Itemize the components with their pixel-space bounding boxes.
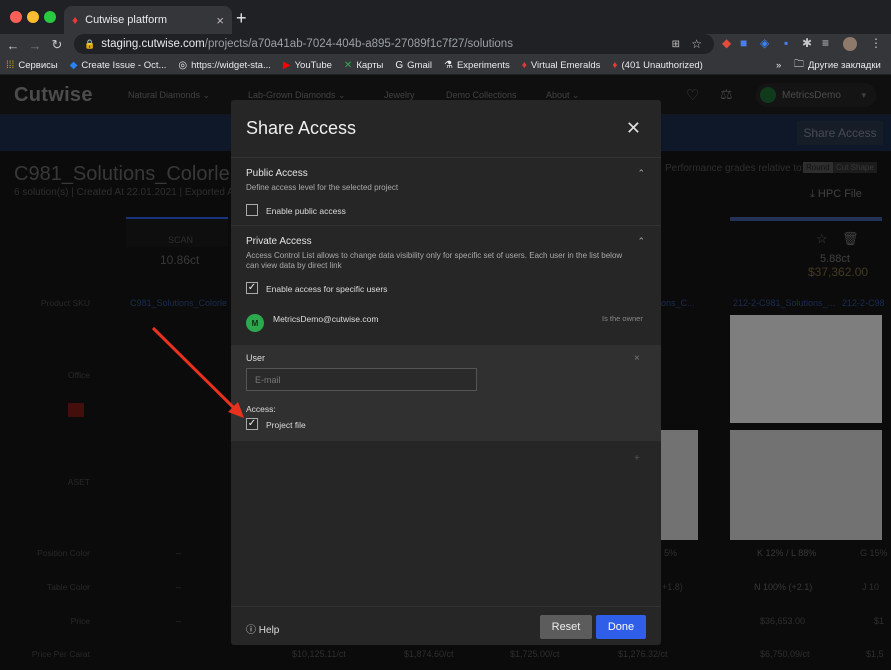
annotation-arrow (151, 326, 244, 418)
browser-window: ♦ Cutwise platform × + ← → ↻ 🔒 staging.c… (0, 0, 891, 670)
